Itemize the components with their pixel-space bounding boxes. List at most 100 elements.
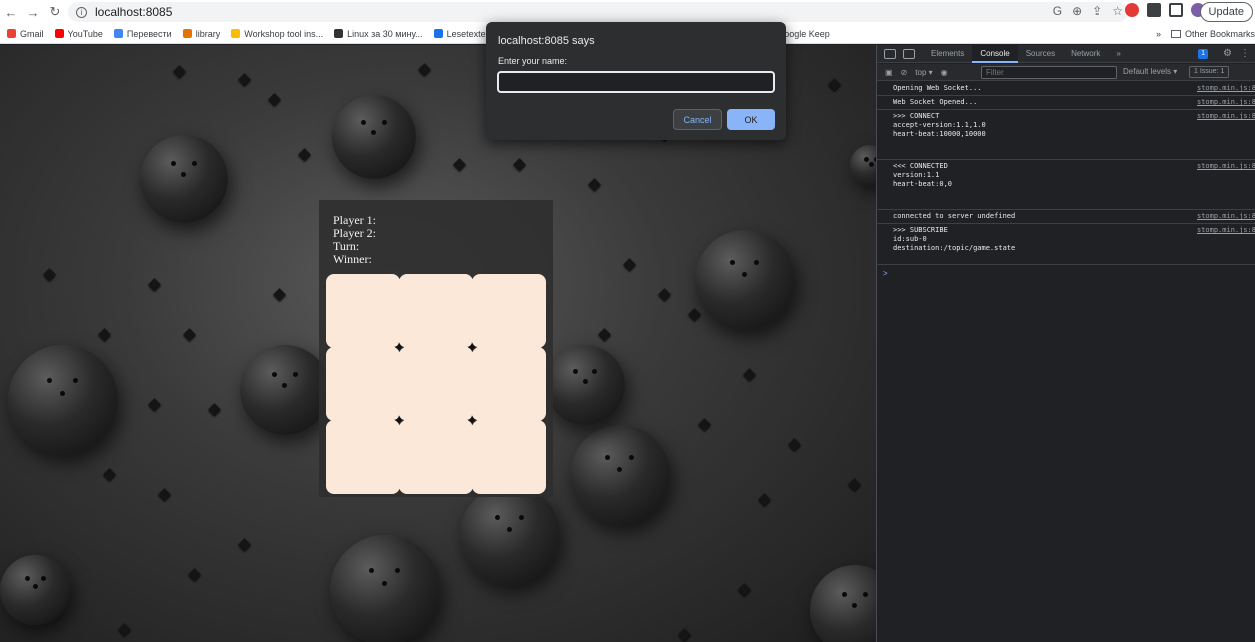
decorative-ball [240, 345, 330, 435]
more-options-icon[interactable]: ⋮ [1240, 48, 1250, 59]
ok-button[interactable]: OK [727, 109, 775, 130]
console-log-source-link[interactable]: stomp.min.js:8 [1197, 212, 1255, 221]
board-cell[interactable] [472, 347, 546, 421]
issues-counter[interactable]: 1 Issue: 1 [1189, 66, 1230, 78]
decorative-ball [460, 485, 560, 585]
sidebar-toggle-icon[interactable]: ▣ [885, 68, 893, 77]
console-log-source-link[interactable]: stomp.min.js:8 [1197, 98, 1255, 107]
board-cell[interactable] [326, 274, 400, 348]
decorative-cube [678, 628, 691, 641]
decorative-ball [810, 565, 876, 642]
address-bar[interactable]: i localhost:8085 [68, 2, 1128, 22]
decorative-cube [588, 178, 601, 191]
bookmark-label: Linux за 30 мину... [347, 28, 423, 39]
board-cell[interactable] [326, 347, 400, 421]
grid-corner-sparkle-icon: ✦ [466, 339, 478, 355]
other-bookmarks-folder[interactable]: Other Bookmarks [1185, 29, 1255, 39]
decorative-cube [758, 493, 771, 506]
bookmark-label: library [195, 28, 221, 39]
decorative-ball [695, 230, 795, 330]
context-selector[interactable]: top ▾ [915, 68, 932, 77]
console-log-text: <<< CONNECTED version:1.1 heart-beat:0,0 [893, 162, 953, 188]
more-bookmarks-chevron[interactable]: » [1156, 29, 1161, 39]
bookmark-label: Workshop tool ins... [244, 28, 324, 39]
settings-gear-icon[interactable]: ⚙ [1223, 48, 1232, 59]
more-tabs-chevron[interactable]: » [1108, 45, 1128, 63]
console-log-source-link[interactable]: stomp.min.js:8 [1197, 226, 1255, 235]
bookmark-item[interactable]: Workshop tool ins... [231, 29, 323, 39]
bookmark-item[interactable]: library [182, 28, 221, 39]
decorative-cube [598, 328, 611, 341]
console-log-text: >>> CONNECT accept-version:1.1,1.0 heart… [893, 112, 986, 138]
decorative-cube [103, 468, 116, 481]
console-filter-input[interactable] [981, 66, 1117, 79]
tab-elements[interactable]: Elements [923, 45, 972, 63]
board-cell[interactable] [472, 420, 546, 494]
bookmark-item[interactable]: Linux за 30 мину... [334, 28, 423, 39]
grid-corner-sparkle-icon: ✦ [393, 412, 405, 428]
console-log-source-link[interactable]: stomp.min.js:8 [1197, 84, 1255, 93]
decorative-cube [623, 258, 636, 271]
prompt-dialog: localhost:8085 says Enter your name: Can… [486, 22, 786, 140]
bookmark-item[interactable]: Gmail [7, 29, 44, 39]
google-lens-icon[interactable]: G [1053, 4, 1062, 18]
update-button[interactable]: Update [1199, 2, 1253, 22]
inspect-element-icon[interactable] [884, 48, 896, 59]
decorative-ball [330, 535, 440, 642]
decorative-ball [850, 145, 876, 185]
live-expression-eye-icon[interactable]: ◉ [941, 68, 948, 77]
board-cell[interactable] [399, 420, 473, 494]
extensions [1125, 3, 1205, 17]
opera-extension-icon[interactable] [1125, 3, 1139, 17]
decorative-cube [183, 328, 196, 341]
bookmark-label: YouTube [67, 28, 103, 39]
extensions-puzzle-icon[interactable] [1147, 3, 1161, 17]
winner-label: Winner: [333, 252, 372, 266]
share-icon[interactable]: ⇪ [1092, 4, 1102, 18]
back-icon[interactable]: ← [0, 5, 22, 20]
decorative-ball [545, 345, 625, 425]
log-levels-dropdown[interactable]: Default levels ▾ [1123, 67, 1177, 76]
bookmark-favicon-icon [54, 29, 64, 38]
board-cell[interactable] [326, 420, 400, 494]
zoom-icon[interactable]: ⊕ [1072, 4, 1082, 18]
decorative-ball [140, 135, 228, 223]
bookmark-favicon-icon [231, 29, 241, 38]
sidepanel-icon[interactable] [1169, 3, 1183, 17]
board-cell[interactable] [399, 347, 473, 421]
console-log-source-link[interactable]: stomp.min.js:8 [1197, 112, 1255, 121]
console-log-text: Opening Web Socket... [893, 84, 982, 92]
bookmark-favicon-icon [7, 29, 16, 38]
name-input[interactable] [497, 71, 775, 93]
messages-badge[interactable]: 1 [1198, 49, 1208, 59]
console-prompt[interactable]: > [877, 269, 1255, 278]
console-log-row: connected to server undefined stomp.min.j… [877, 210, 1255, 224]
grid-corner-sparkle-icon: ✦ [393, 339, 405, 355]
decorative-cube [188, 568, 201, 581]
bookmark-item[interactable]: YouTube [54, 28, 103, 39]
tab-console[interactable]: Console [972, 44, 1018, 63]
decorative-cube [743, 368, 756, 381]
console-log-row: >>> SUBSCRIBE id:sub-0 destination:/topi… [877, 224, 1255, 265]
console-log-row: >>> CONNECT accept-version:1.1,1.0 heart… [877, 110, 1255, 160]
tab-network[interactable]: Network [1063, 45, 1108, 63]
board-cell[interactable] [472, 274, 546, 348]
decorative-cube [268, 93, 281, 106]
clear-console-icon[interactable]: ⊘ [901, 68, 908, 77]
tab-sources[interactable]: Sources [1018, 45, 1063, 63]
reload-icon[interactable]: ↻ [44, 4, 66, 20]
game-board: ✦ ✦ ✦ ✦ [326, 274, 546, 494]
bookmark-item[interactable]: Перевести [113, 29, 172, 39]
console-log-source-link[interactable]: stomp.min.js:8 [1197, 162, 1255, 171]
site-info-icon[interactable]: i [76, 6, 87, 18]
bookmark-item[interactable]: Lesetexte [433, 29, 486, 39]
device-toolbar-icon[interactable] [903, 48, 915, 59]
bookmark-star-icon[interactable]: ☆ [1112, 4, 1123, 18]
bookmark-favicon-icon [113, 29, 123, 38]
cancel-button[interactable]: Cancel [673, 109, 722, 130]
decorative-cube [118, 623, 131, 636]
devtools-tabbar: Elements Console Sources Network » 1 ⚙ ⋮ [877, 44, 1255, 63]
forward-icon[interactable]: → [22, 5, 44, 20]
board-cell[interactable] [399, 274, 473, 348]
console-log-row: Web Socket Opened... stomp.min.js:8 [877, 96, 1255, 110]
